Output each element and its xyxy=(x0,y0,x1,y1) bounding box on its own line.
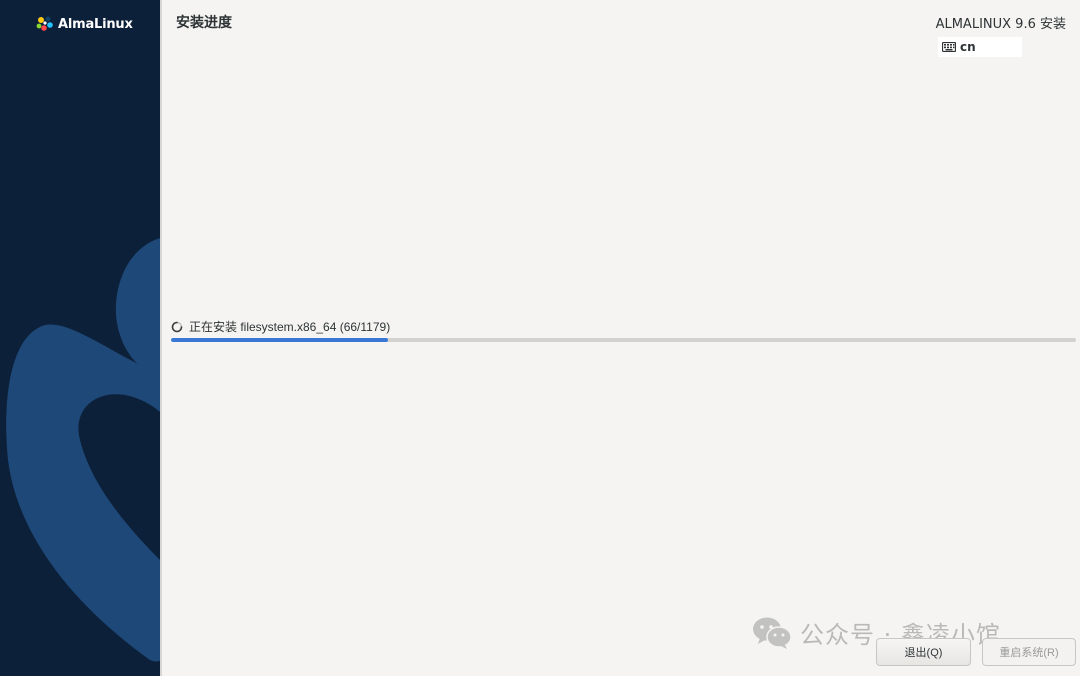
sidebar: AlmaLinux xyxy=(0,0,160,676)
progress-bar xyxy=(171,338,1076,342)
page-title: 安装进度 xyxy=(176,15,232,31)
sidebar-divider xyxy=(160,0,162,676)
progress-status-text: 正在安装 filesystem.x86_64 (66/1179) xyxy=(189,320,391,334)
wechat-icon xyxy=(753,617,792,649)
keyboard-layout-label: cn xyxy=(960,40,976,54)
sidebar-swirl-graphic xyxy=(6,238,160,662)
reboot-button[interactable]: 重启系统(R) xyxy=(982,638,1076,666)
product-title: ALMALINUX 9.6 安装 xyxy=(935,17,1066,32)
keyboard-layout-indicator[interactable]: cn xyxy=(938,37,1022,57)
spinner-icon xyxy=(171,321,183,332)
logo-text: AlmaLinux xyxy=(58,16,133,32)
progress-status: 正在安装 filesystem.x86_64 (66/1179) xyxy=(171,318,390,335)
almalinux-logo-icon xyxy=(36,16,53,31)
progress-bar-fill xyxy=(171,338,389,342)
logo: AlmaLinux xyxy=(36,16,133,32)
quit-button[interactable]: 退出(Q) xyxy=(876,638,971,666)
keyboard-icon xyxy=(942,42,956,52)
